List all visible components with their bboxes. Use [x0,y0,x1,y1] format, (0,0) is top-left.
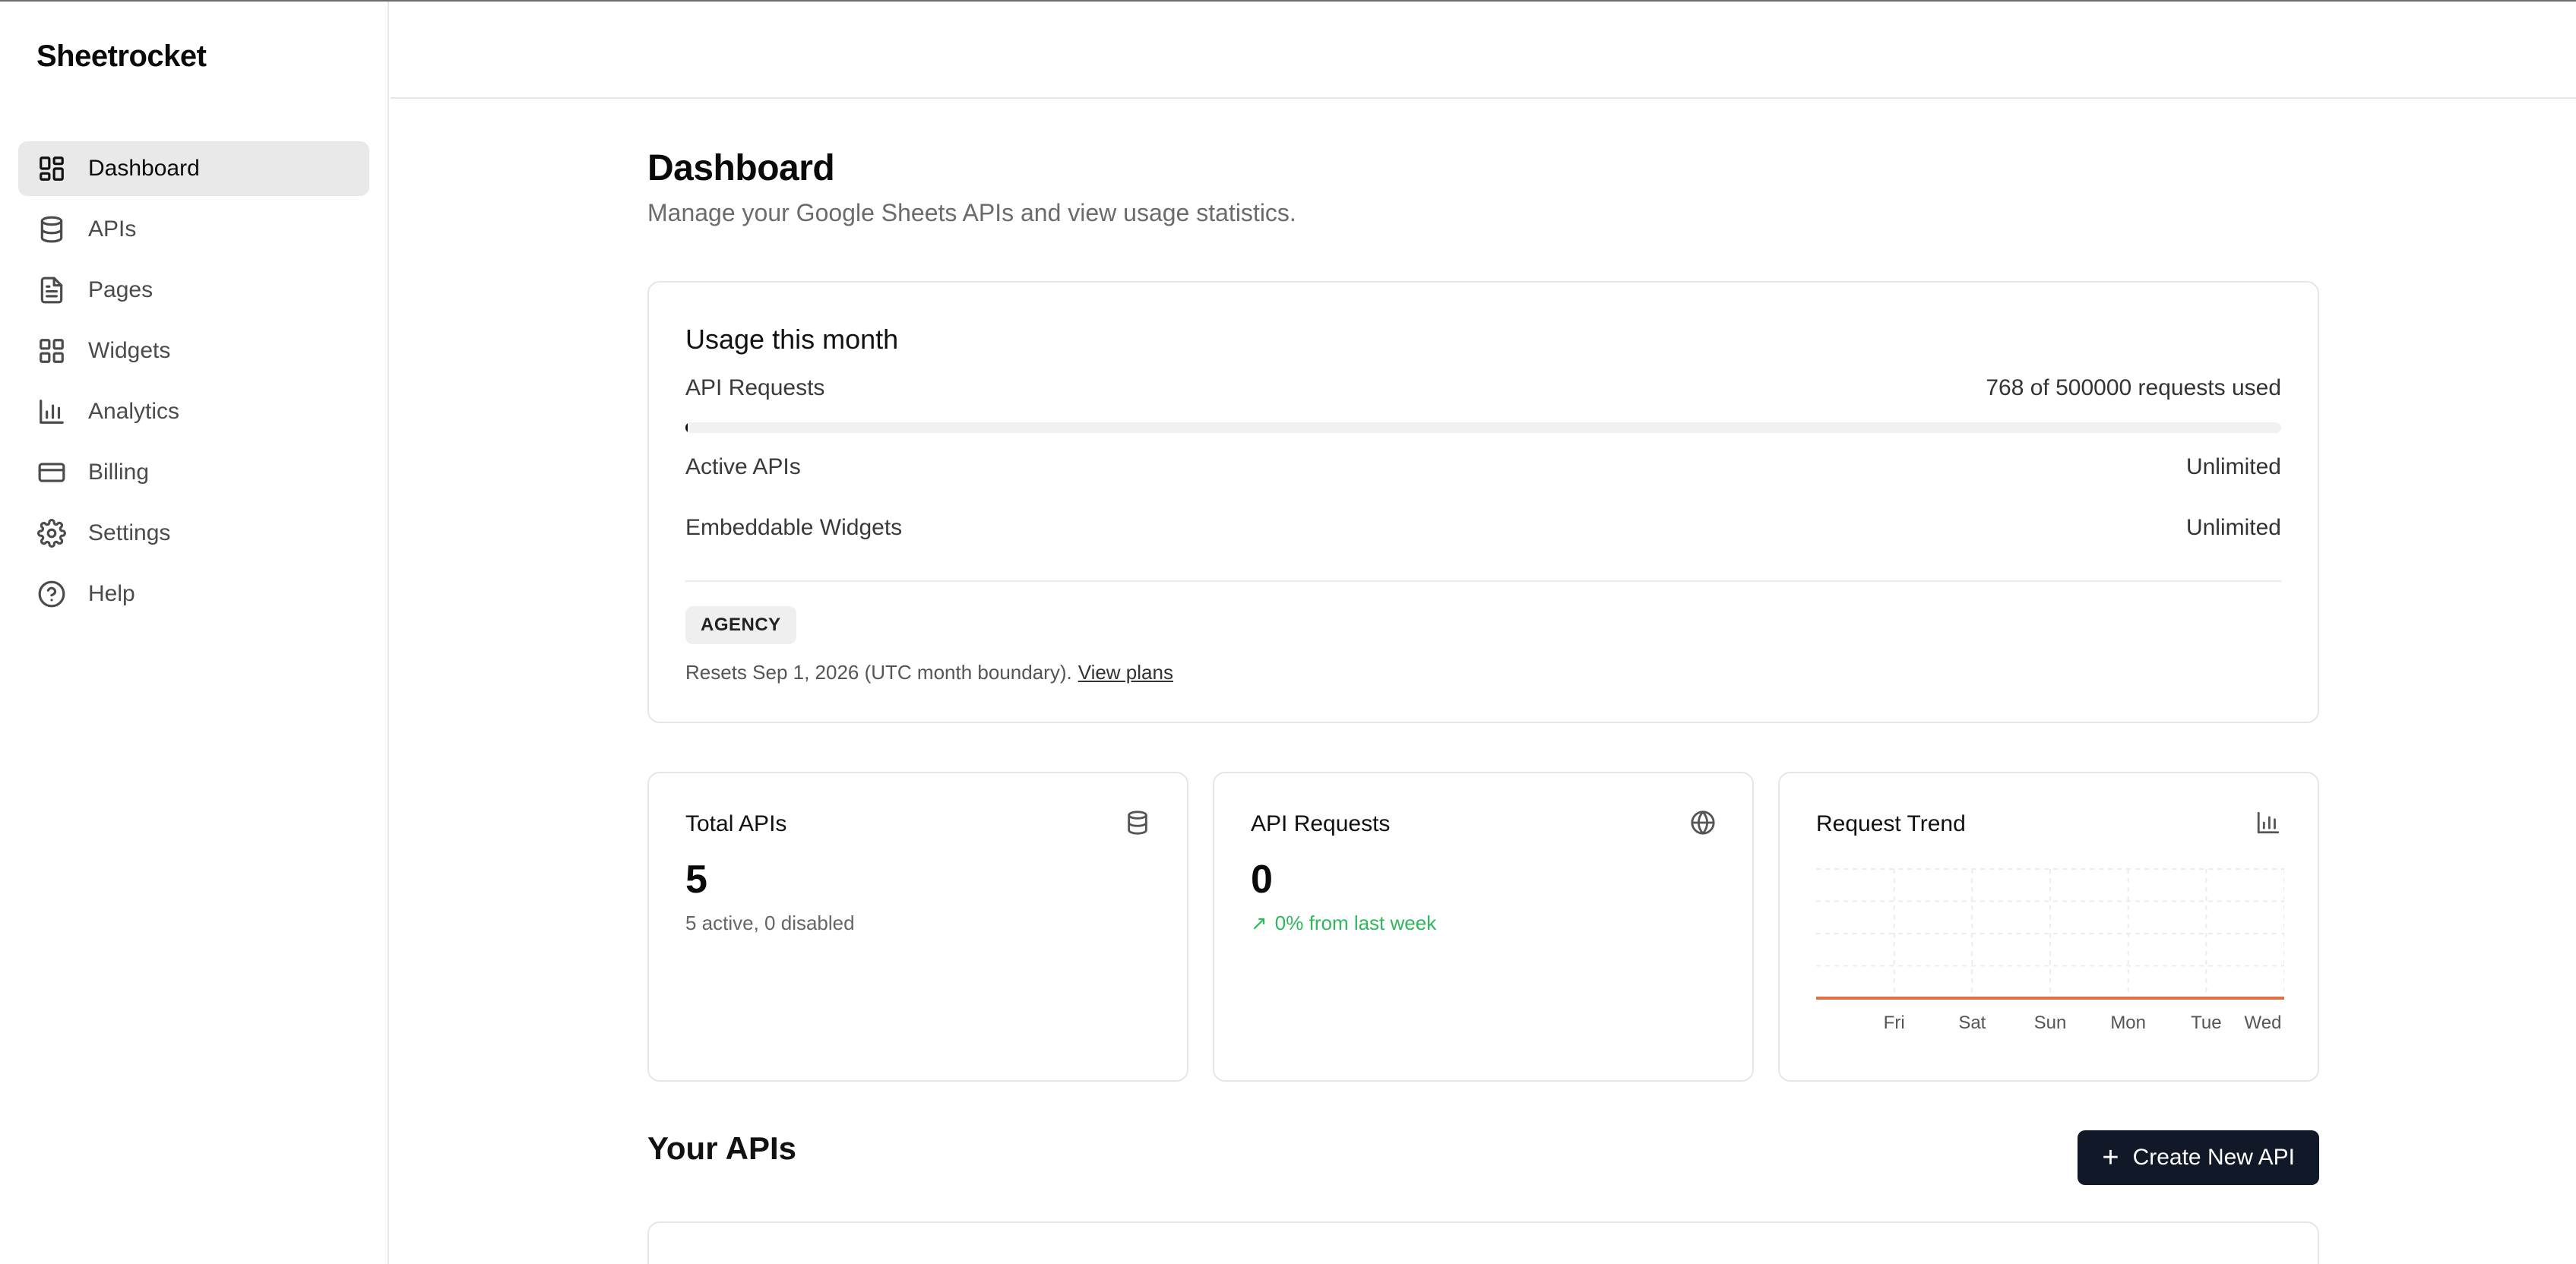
api-requests-value: 768 of 500000 requests used [1986,375,2281,400]
credit-card-icon [36,457,67,488]
api-requests-progress-bar [685,422,2281,433]
api-requests-row: API Requests 768 of 500000 requests used [685,375,2281,401]
request-trend-title: Request Trend [1816,811,1966,836]
total-apis-title: Total APIs [685,811,787,836]
bar-chart-icon [36,397,67,427]
total-apis-value: 5 [685,858,707,902]
sidebar-item-label: Billing [88,460,150,485]
create-new-api-button[interactable]: + Create New API [2078,1130,2319,1185]
sidebar-item-label: APIs [88,216,137,242]
apis-list-card [647,1221,2319,1264]
reset-text: Resets Sep 1, 2026 (UTC month boundary). [685,661,1072,684]
active-apis-value: Unlimited [2185,454,2281,479]
sidebar-item-help[interactable]: Help [18,567,369,621]
api-requests-count: 0 [1251,858,1273,902]
sidebar-item-label: Pages [88,277,153,302]
sidebar-nav: Dashboard APIs Pages Widgets Analytics B… [18,141,369,627]
api-requests-change: ↗ 0% from last week [1251,912,1436,935]
top-header [391,2,2576,99]
sidebar-item-label: Dashboard [88,156,200,181]
api-requests-change-text: 0% from last week [1274,912,1437,934]
grid-icon [36,336,67,366]
reset-note: Resets Sep 1, 2026 (UTC month boundary).… [685,661,1173,684]
create-new-api-label: Create New API [2132,1145,2295,1170]
api-requests-progress-fill [685,422,688,433]
sidebar: Sheetrocket Dashboard APIs Pages Widgets [0,2,389,1264]
sidebar-item-pages[interactable]: Pages [18,263,369,318]
usage-divider [685,580,2281,582]
usage-title: Usage this month [685,324,899,355]
help-circle-icon [36,579,67,609]
api-requests-title: API Requests [1251,811,1391,836]
trend-x-tick-label: Tue [2191,1013,2221,1033]
usage-card: Usage this month API Requests 768 of 500… [647,281,2319,723]
brand-logo[interactable]: Sheetrocket [36,40,207,74]
plus-icon: + [2102,1142,2119,1174]
sidebar-item-billing[interactable]: Billing [18,445,369,500]
sidebar-item-apis[interactable]: APIs [18,202,369,257]
active-apis-row: Active APIs Unlimited [685,454,2281,480]
page-subtitle: Manage your Google Sheets APIs and view … [647,199,1296,226]
sidebar-item-label: Analytics [88,399,180,424]
your-apis-heading: Your APIs [647,1130,797,1166]
view-plans-link[interactable]: View plans [1078,661,1173,684]
database-icon [36,214,67,245]
active-apis-label: Active APIs [685,454,801,479]
dashboard-icon [36,153,67,184]
globe-icon [1690,810,1716,836]
trend-x-tick-label: Sun [2034,1013,2067,1033]
trend-x-tick-label: Fri [1884,1013,1905,1033]
bar-chart-icon [2255,810,2281,836]
gear-icon [36,518,67,548]
arrow-up-right-icon: ↗ [1251,912,1267,934]
api-requests-label: API Requests [685,375,825,400]
page-title: Dashboard [647,148,835,188]
request-trend-chart: Fri Sat Sun Mon Tue Wed [1816,868,2284,1033]
sidebar-item-dashboard[interactable]: Dashboard [18,141,369,196]
sidebar-item-label: Help [88,581,135,606]
database-icon [1125,810,1150,836]
widgets-label: Embeddable Widgets [685,515,903,540]
trend-x-tick-label: Sat [1958,1013,1986,1033]
sidebar-item-label: Widgets [88,338,171,363]
trend-x-tick-label: Wed [2245,1013,2282,1033]
widgets-value: Unlimited [2185,515,2281,540]
widgets-row: Embeddable Widgets Unlimited [685,515,2281,541]
trend-x-tick-label: Mon [2110,1013,2146,1033]
sidebar-item-analytics[interactable]: Analytics [18,384,369,439]
request-trend-card: Request Trend Fri Sat Sun Mon Tue Wed [1778,772,2319,1082]
sidebar-item-widgets[interactable]: Widgets [18,324,369,378]
file-icon [36,275,67,305]
api-requests-card: API Requests 0 ↗ 0% from last week [1213,772,1754,1082]
total-apis-sub: 5 active, 0 disabled [685,912,855,934]
plan-badge: AGENCY [685,606,796,644]
total-apis-card: Total APIs 5 5 active, 0 disabled [647,772,1188,1082]
sidebar-item-label: Settings [88,520,171,545]
sidebar-item-settings[interactable]: Settings [18,506,369,561]
